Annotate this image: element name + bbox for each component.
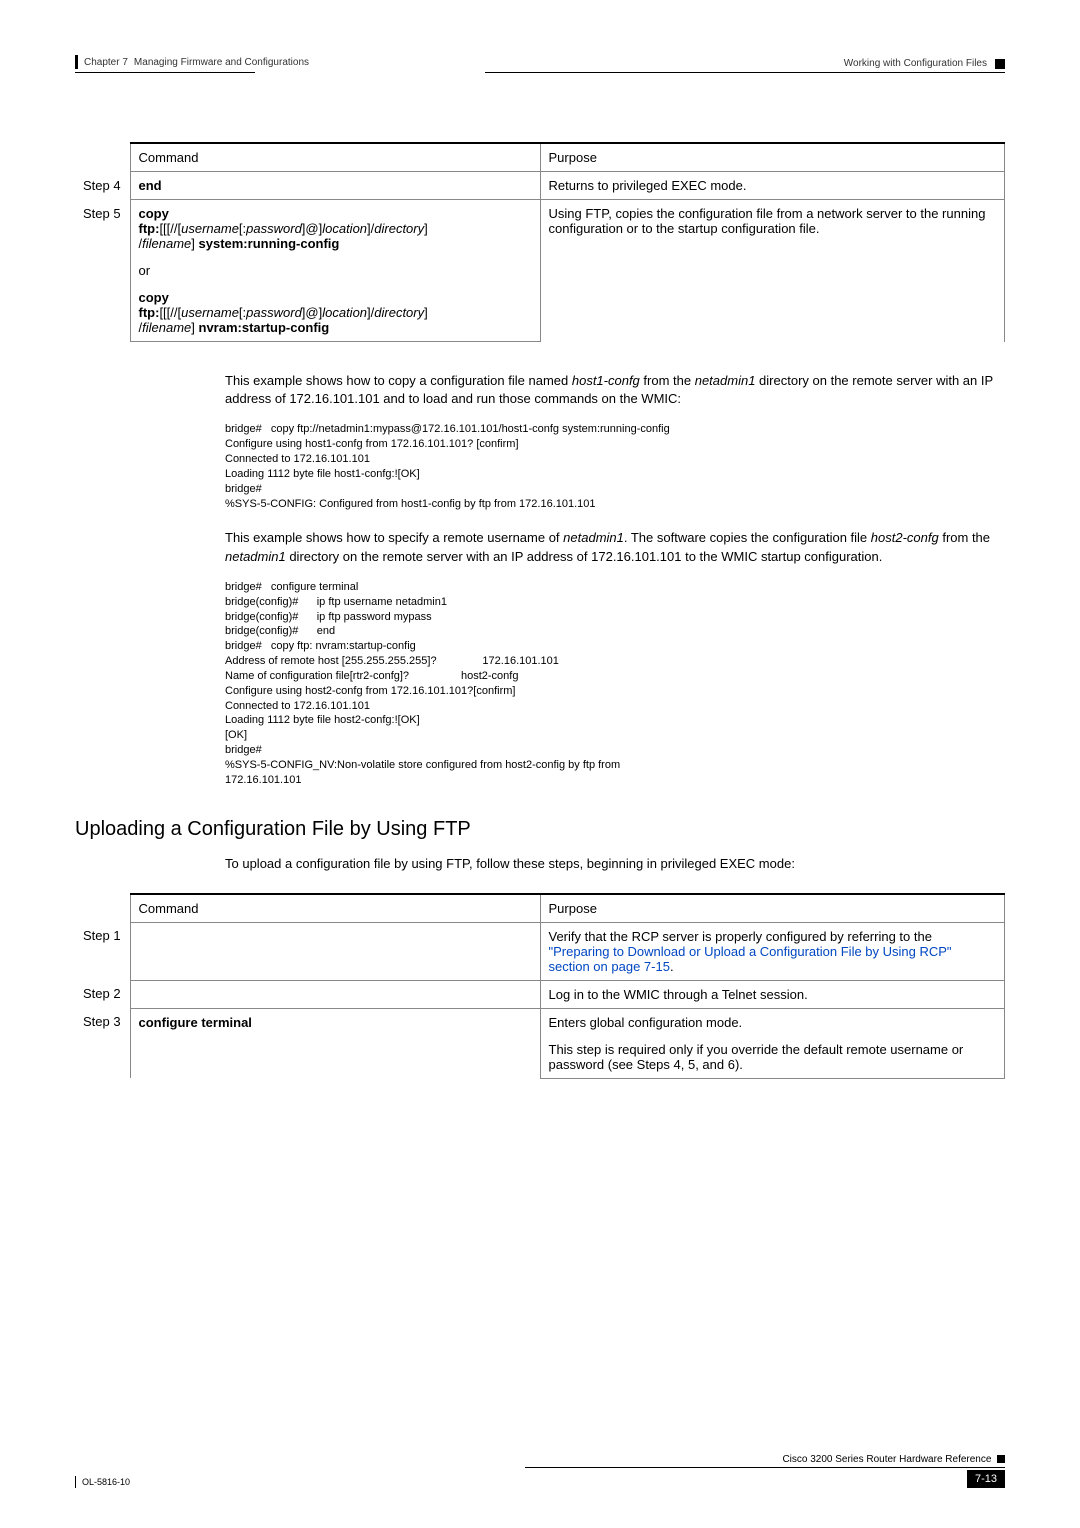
chapter-title: Managing Firmware and Configurations	[134, 57, 309, 68]
cmd-empty	[130, 922, 540, 980]
code-block-1: bridge# copy ftp://netadmin1:mypass@172.…	[225, 422, 1005, 511]
th-command: Command	[130, 143, 540, 172]
code-block-2: bridge# configure terminal bridge(config…	[225, 580, 1005, 788]
steps-table-2: Command Purpose Step 1 Verify that the R…	[75, 893, 1005, 1079]
step-label: Step 1	[75, 922, 130, 980]
th-command: Command	[130, 894, 540, 923]
purpose-step3a: Enters global configuration mode.	[540, 1008, 1005, 1036]
section-label: Working with Configuration Files	[844, 58, 987, 69]
step-label: Step 5	[75, 200, 130, 258]
page-number: 7-13	[967, 1470, 1005, 1488]
header-square-icon	[995, 59, 1005, 69]
footer-doc-title: Cisco 3200 Series Router Hardware Refere…	[75, 1454, 1005, 1465]
header-left: Chapter 7 Managing Firmware and Configur…	[75, 55, 309, 69]
page-header: Chapter 7 Managing Firmware and Configur…	[75, 55, 1005, 72]
cmd-configure-terminal: configure terminal	[139, 1015, 252, 1030]
th-purpose: Purpose	[540, 894, 1005, 923]
section-heading: Uploading a Configuration File by Using …	[75, 818, 1005, 841]
para-intro-upload: To upload a configuration file by using …	[225, 855, 1005, 873]
purpose-step5: Using FTP, copies the configuration file…	[540, 200, 1005, 342]
step-label: Step 4	[75, 172, 130, 200]
step-label: Step 3	[75, 1008, 130, 1036]
chapter-label: Chapter 7	[84, 57, 128, 68]
para-example-1: This example shows how to copy a configu…	[225, 372, 1005, 408]
cmd-copy-1: copy ftp:[[[//[username[:password]@]loca…	[130, 200, 540, 258]
para-example-2: This example shows how to specify a remo…	[225, 529, 1005, 565]
purpose-step4: Returns to privileged EXEC mode.	[540, 172, 1005, 200]
header-rule-left	[75, 72, 255, 73]
purpose-step3b: This step is required only if you overri…	[540, 1036, 1005, 1079]
header-rule-right	[485, 72, 1005, 73]
cmd-or: or	[130, 257, 540, 284]
th-purpose: Purpose	[540, 143, 1005, 172]
header-bar-icon	[75, 55, 78, 69]
steps-table-1: Command Purpose Step 4 end Returns to pr…	[75, 142, 1005, 342]
cmd-end: end	[139, 178, 162, 193]
page-footer: Cisco 3200 Series Router Hardware Refere…	[75, 1454, 1005, 1488]
header-right: Working with Configuration Files	[844, 58, 1005, 69]
cmd-empty	[130, 980, 540, 1008]
link-prepare-rcp[interactable]: "Preparing to Download or Upload a Confi…	[549, 944, 952, 974]
purpose-step2: Log in to the WMIC through a Telnet sess…	[540, 980, 1005, 1008]
footer-doc-id: OL-5816-10	[82, 1477, 130, 1487]
cmd-copy-2: copy ftp:[[[//[username[:password]@]loca…	[130, 284, 540, 342]
purpose-step1: Verify that the RCP server is properly c…	[540, 922, 1005, 980]
step-label: Step 2	[75, 980, 130, 1008]
